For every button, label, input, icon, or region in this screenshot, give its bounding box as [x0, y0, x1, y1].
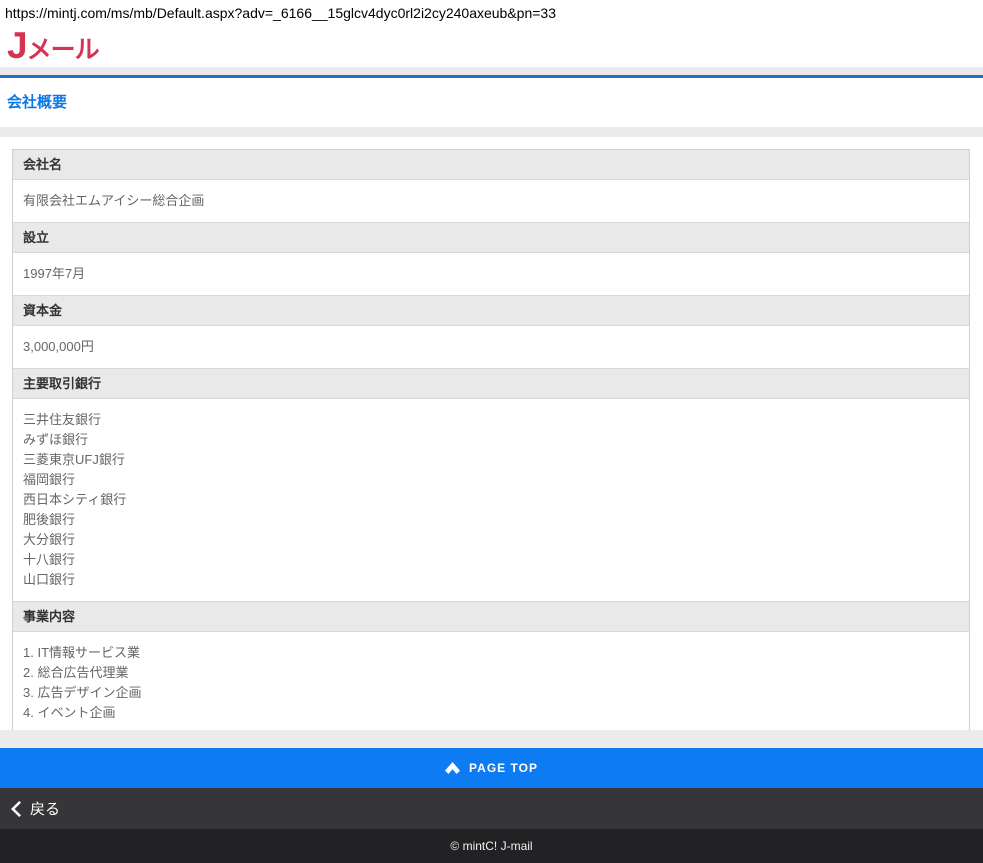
bank-item: 福岡銀行 — [23, 470, 959, 490]
bank-item: 三井住友銀行 — [23, 410, 959, 430]
row-label-company-name: 会社名 — [13, 150, 969, 180]
business-item: 2. 総合広告代理業 — [23, 663, 959, 683]
business-item: 3. 広告デザイン企画 — [23, 683, 959, 703]
bank-item: 三菱東京UFJ銀行 — [23, 450, 959, 470]
page-top-button[interactable]: PAGE TOP — [0, 748, 983, 788]
page-title: 会社概要 — [7, 91, 983, 112]
back-label: 戻る — [30, 798, 60, 819]
row-label-capital: 資本金 — [13, 295, 969, 326]
page-url: https://mintj.com/ms/mb/Default.aspx?adv… — [0, 0, 983, 24]
bank-item: みずほ銀行 — [23, 430, 959, 450]
copyright-text: © mintC! J-mail — [450, 839, 532, 853]
chevron-up-icon — [445, 762, 460, 774]
row-value-company-name: 有限会社エムアイシー総合企画 — [13, 180, 969, 222]
bank-item: 山口銀行 — [23, 570, 959, 590]
row-label-established: 設立 — [13, 222, 969, 253]
company-name-text: 有限会社エムアイシー総合企画 — [23, 191, 959, 211]
capital-text: 3,000,000円 — [23, 337, 959, 357]
business-item: 4. イベント企画 — [23, 703, 959, 723]
company-table: 会社名 有限会社エムアイシー総合企画 設立 1997年7月 資本金 3,000,… — [12, 149, 970, 735]
row-label-banks: 主要取引銀行 — [13, 368, 969, 399]
jmail-logo[interactable]: J メール — [7, 26, 983, 64]
section-divider-bottom — [0, 730, 983, 748]
copyright-bar: © mintC! J-mail — [0, 829, 983, 863]
bank-item: 大分銀行 — [23, 530, 959, 550]
page-top-label: PAGE TOP — [469, 761, 538, 775]
bank-item: 十八銀行 — [23, 550, 959, 570]
row-value-banks: 三井住友銀行 みずほ銀行 三菱東京UFJ銀行 福岡銀行 西日本シティ銀行 肥後銀… — [13, 399, 969, 601]
jmail-logo-suffix: メール — [27, 38, 99, 64]
chevron-left-icon — [10, 801, 21, 817]
bank-item: 肥後銀行 — [23, 510, 959, 530]
jmail-logo-j: J — [7, 27, 27, 64]
row-label-business: 事業内容 — [13, 601, 969, 632]
row-value-established: 1997年7月 — [13, 253, 969, 295]
bank-item: 西日本シティ銀行 — [23, 490, 959, 510]
row-value-capital: 3,000,000円 — [13, 326, 969, 368]
business-item: 1. IT情報サービス業 — [23, 643, 959, 663]
row-value-business: 1. IT情報サービス業 2. 総合広告代理業 3. 広告デザイン企画 4. イ… — [13, 632, 969, 734]
established-text: 1997年7月 — [23, 264, 959, 284]
section-divider-top — [0, 127, 983, 137]
back-button[interactable]: 戻る — [0, 788, 983, 829]
header-divider — [0, 67, 983, 78]
